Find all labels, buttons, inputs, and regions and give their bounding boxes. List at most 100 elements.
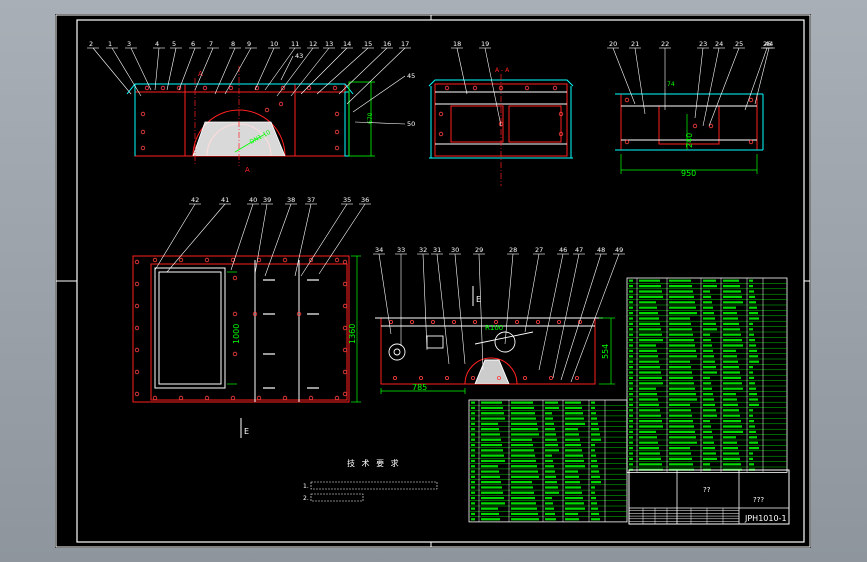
bolt-hole: [334, 145, 340, 151]
callout-50: 50: [407, 120, 415, 128]
callout-30: 30: [451, 246, 459, 254]
bolt-hole: [144, 85, 150, 91]
callout-37: 37: [307, 196, 315, 204]
leader-line: [456, 47, 468, 95]
leader-line: [224, 47, 252, 95]
dimension-785: 785: [412, 383, 427, 392]
callout-31: 31: [433, 246, 441, 254]
leader-line: [538, 253, 564, 371]
view-mark-e-bottom: E: [244, 427, 249, 436]
callout-19: 19: [481, 40, 489, 48]
leader-line: [524, 253, 540, 333]
title-name-cell: ??: [703, 486, 711, 494]
bolt-hole: [556, 319, 561, 324]
tech-requirement-1: 1.: [303, 483, 309, 490]
bolt-hole: [444, 375, 449, 380]
technical-requirements: 技 术 要 求 1. 2.: [303, 458, 438, 502]
tech-requirements-heading: 技 术 要 求: [347, 458, 401, 468]
section-aa-view: A - A: [428, 67, 574, 186]
callout-15: 15: [364, 40, 372, 48]
bolt-hole: [152, 257, 158, 263]
callout-28: 28: [509, 246, 517, 254]
bolt-hole: [748, 139, 754, 145]
callout-34: 34: [375, 246, 383, 254]
bolt-hole: [409, 319, 414, 324]
bolt-hole: [334, 129, 340, 135]
callout-20: 20: [609, 40, 617, 48]
bolt-hole: [472, 85, 478, 91]
leader-line: [230, 203, 254, 271]
bolt-hole: [342, 259, 348, 265]
dimension-1000: 1000: [232, 324, 241, 344]
callout-4: 4: [155, 40, 159, 48]
leader-line: [316, 47, 369, 95]
bolt-hole: [134, 347, 140, 353]
bolt-hole: [535, 319, 540, 324]
end-view: 950 240 74: [615, 81, 764, 178]
bolt-hole: [388, 319, 393, 324]
bolt-hole: [306, 85, 312, 91]
bolt-hole: [140, 111, 146, 117]
dimension-554: 554: [601, 344, 610, 359]
callout-5: 5: [172, 40, 176, 48]
cad-viewport: A A DN1.10 670 A - A 950 240 74 1360 100…: [0, 0, 867, 562]
leader-line: [484, 47, 502, 127]
leader-line: [702, 47, 720, 127]
callout-13: 13: [325, 40, 333, 48]
callout-48: 48: [597, 246, 605, 254]
bolt-hole: [134, 259, 140, 265]
bolt-hole: [418, 375, 423, 380]
callout-8: 8: [231, 40, 235, 48]
bolt-hole: [552, 85, 558, 91]
callout-44: 44: [765, 40, 773, 48]
callout-23: 23: [699, 40, 707, 48]
bolt-hole: [282, 395, 288, 401]
callout-3: 3: [127, 40, 131, 48]
bolt-hole: [332, 85, 338, 91]
callout-49: 49: [615, 246, 623, 254]
callout-2: 2: [89, 40, 93, 48]
leader-line: [634, 47, 646, 115]
bolt-hole: [342, 369, 348, 375]
plan-view: 1360 1000 E: [132, 255, 361, 438]
callout-36: 36: [361, 196, 369, 204]
leader-line: [294, 203, 312, 277]
side-view: 785 554 R100 E: [375, 286, 615, 394]
bolt-hole: [624, 97, 630, 103]
bolt-hole: [134, 303, 140, 309]
bolt-hole: [692, 123, 698, 129]
title-part-cell: ???: [753, 496, 764, 504]
bolt-hole: [134, 369, 140, 375]
bolt-hole: [140, 129, 146, 135]
callout-40: 40: [249, 196, 257, 204]
leader-line: [214, 47, 236, 95]
tech-requirement-2: 2.: [303, 495, 309, 502]
bolt-hole: [334, 395, 340, 401]
callout-41: 41: [221, 196, 229, 204]
parts-list-left: [468, 399, 628, 523]
bolt-hole: [230, 395, 236, 401]
callout-22: 22: [661, 40, 669, 48]
bolt-hole: [575, 375, 580, 380]
leader-line: [708, 47, 740, 127]
dimension-240: 240: [685, 133, 694, 148]
callout-43: 43: [295, 52, 303, 60]
bolt-hole: [514, 319, 519, 324]
bolt-hole: [444, 85, 450, 91]
bolt-hole: [264, 107, 270, 113]
bolt-hole: [438, 111, 444, 117]
bolt-hole: [472, 319, 477, 324]
bolt-hole: [342, 281, 348, 287]
bolt-hole: [342, 303, 348, 309]
leader-line: [338, 47, 388, 95]
bolt-hole: [232, 275, 238, 281]
bolt-hole: [178, 395, 184, 401]
bolt-hole: [342, 325, 348, 331]
drawing-number: JPH1010-1: [744, 514, 787, 523]
bolt-hole: [438, 131, 444, 137]
bolt-hole: [232, 311, 238, 317]
callout-18: 18: [453, 40, 461, 48]
callout-10: 10: [270, 40, 278, 48]
bolt-hole: [430, 319, 435, 324]
bolt-hole: [134, 281, 140, 287]
